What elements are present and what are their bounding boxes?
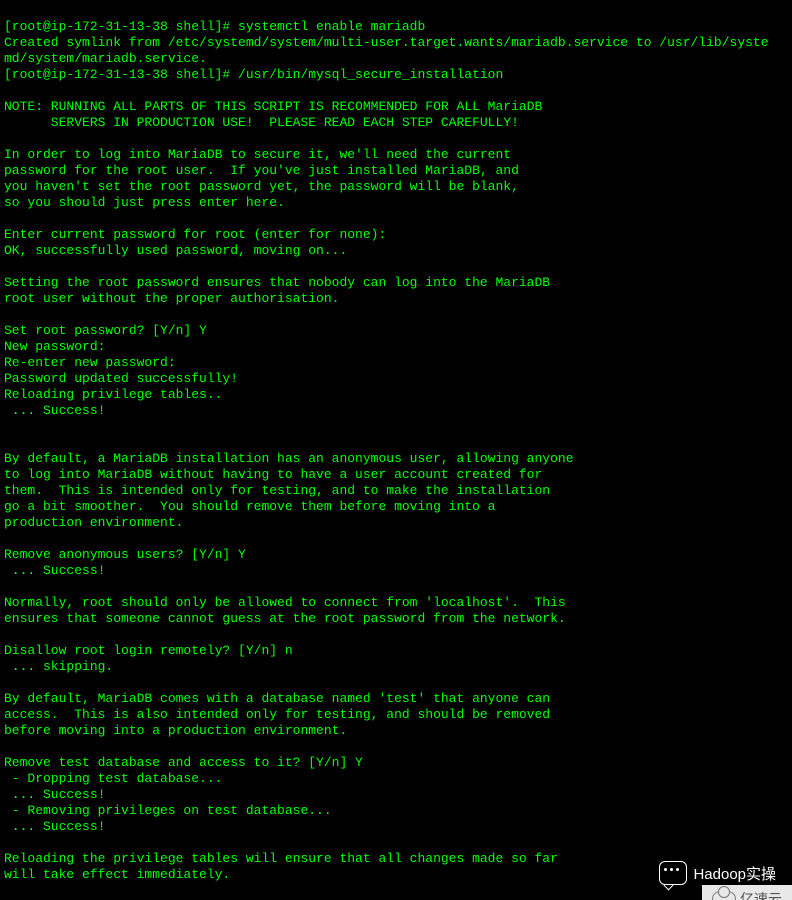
watermark-yisu: 亿速云: [702, 885, 792, 900]
watermark-text: Hadoop实操: [693, 863, 776, 884]
watermark-hadoop: Hadoop实操: [659, 861, 776, 885]
cloud-icon: [712, 891, 736, 900]
chat-bubble-icon: [659, 861, 687, 885]
terminal-output[interactable]: [root@ip-172-31-13-38 shell]# systemctl …: [0, 13, 784, 900]
watermark2-text: 亿速云: [740, 889, 782, 900]
